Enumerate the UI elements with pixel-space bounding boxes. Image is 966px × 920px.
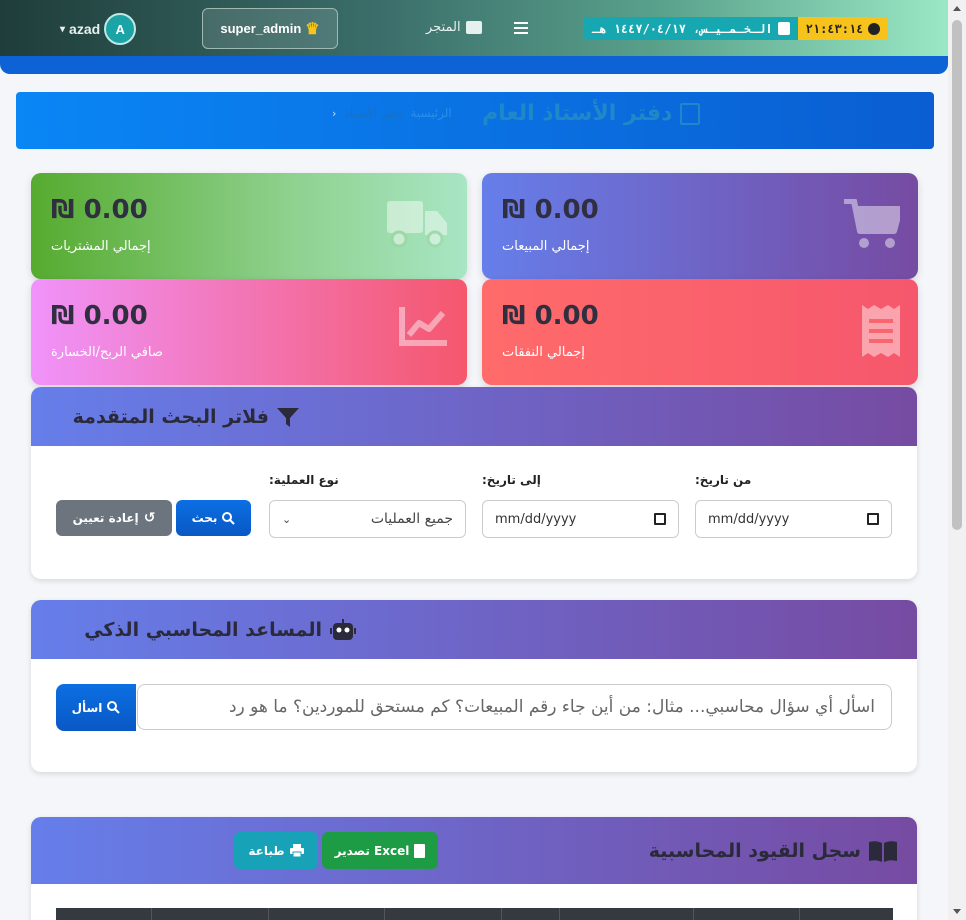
panel-title: المساعد المحاسبي الذكي [84, 600, 356, 659]
stat-value: ₪ 0.00 [502, 195, 599, 225]
stat-label: إجمالي المشتريات [51, 239, 151, 254]
stat-card-profit: ₪ 0.00 صافي الربح/الخسارة [31, 279, 467, 385]
stat-card-purchases: ₪ 0.00 إجمالي المشتريات [31, 173, 467, 279]
stat-value: ₪ 0.00 [51, 301, 148, 331]
filter-icon [277, 407, 299, 427]
print-button[interactable]: طباعة [234, 832, 318, 869]
stat-value: ₪ 0.00 [51, 195, 148, 225]
page-title-text: دفتر الأستاذ العام [482, 101, 673, 126]
question-input[interactable]: اسأل أي سؤال محاسبي... مثال: من أين جاء … [137, 684, 892, 730]
truck-icon [387, 201, 447, 248]
date-badge: الـخـمـيـس، ١٤٤٧/٠٤/١٧ هـ [584, 17, 798, 40]
page-title: دفتر الأستاذ العام [482, 101, 701, 126]
breadcrumb: › دفتر الأستاذ الرئيسية [332, 106, 452, 120]
page-scrollbar[interactable] [948, 0, 966, 920]
journal-entries-panel: سجل القيود المحاسبية تصدير Excel طباعة [31, 817, 917, 920]
assistant-title-text: المساعد المحاسبي الذكي [84, 618, 322, 641]
operation-type-selected: جميع العمليات [370, 511, 453, 527]
to-date-label: إلى تاريخ: [482, 473, 541, 487]
to-date-input[interactable]: mm/dd/yyyy [482, 500, 679, 538]
scroll-down-icon[interactable] [953, 909, 961, 914]
search-icon [222, 511, 236, 525]
avatar[interactable]: A [104, 13, 137, 45]
topbar-accent-strip [0, 56, 948, 74]
time-badge: ٢١:٤٣:١٤ [797, 17, 889, 40]
store-icon [465, 21, 482, 34]
role-label: super_admin [220, 21, 302, 36]
chevron-down-icon: ▾ [60, 23, 66, 35]
hamburger-menu-icon[interactable] [514, 22, 528, 34]
cart-icon [844, 199, 900, 248]
journal-table-header [56, 908, 893, 920]
store-label: المتجر [426, 20, 461, 35]
operation-type-select[interactable]: ⌄ جميع العمليات [269, 500, 466, 538]
calendar-icon [777, 22, 790, 35]
chevron-down-icon: ⌄ [282, 512, 292, 526]
scrollbar-thumb[interactable] [952, 20, 962, 530]
panel-header: المساعد المحاسبي الذكي [31, 600, 917, 659]
top-navbar: ▾ azad A super_admin ♛ المتجر الـخـمـيـس… [0, 0, 948, 58]
scroll-up-icon[interactable] [953, 6, 961, 11]
store-link[interactable]: المتجر [426, 20, 482, 35]
export-excel-label: تصدير Excel [334, 843, 410, 858]
search-icon [107, 701, 121, 714]
time-text: ٢١:٤٣:١٤ [805, 21, 864, 36]
search-button-label: بحث [191, 511, 218, 525]
stat-label: إجمالي النفقات [502, 345, 585, 360]
calendar-icon[interactable] [654, 513, 666, 525]
from-date-value: mm/dd/yyyy [708, 511, 790, 527]
user-menu[interactable]: ▾ azad A [60, 12, 137, 46]
chart-line-icon [399, 307, 447, 346]
undo-icon: ↺ [143, 510, 156, 526]
datetime-display: الـخـمـيـس، ١٤٤٧/٠٤/١٧ هـ ٢١:٤٣:١٤ [584, 17, 889, 40]
receipt-icon [862, 305, 900, 357]
from-date-input[interactable]: mm/dd/yyyy [695, 500, 892, 538]
reset-button-label: إعادة تعيين [72, 511, 139, 525]
filters-title-text: فلاتر البحث المتقدمة [72, 405, 269, 428]
ask-button[interactable]: اسأل [56, 684, 136, 731]
breadcrumb-home-link[interactable]: الرئيسية [410, 106, 451, 120]
stat-label: صافي الربح/الخسارة [51, 345, 163, 360]
book-icon [680, 102, 701, 125]
search-button[interactable]: بحث [176, 500, 251, 536]
panel-title: فلاتر البحث المتقدمة [73, 387, 299, 446]
calendar-icon[interactable] [867, 513, 879, 525]
panel-title: سجل القيود المحاسبية [649, 817, 897, 884]
from-date-label: من تاريخ: [695, 473, 752, 487]
stat-card-sales: ₪ 0.00 إجمالي المبيعات [482, 173, 918, 279]
ask-button-label: اسأل [71, 700, 103, 715]
operation-type-label: نوع العملية: [269, 473, 339, 487]
stat-value: ₪ 0.00 [502, 301, 599, 331]
date-text: الـخـمـيـس، ١٤٤٧/٠٤/١٧ هـ [592, 21, 773, 36]
breadcrumb-current: دفتر الأستاذ [344, 106, 403, 120]
clock-icon [868, 22, 881, 35]
username: azad [69, 21, 101, 37]
book-open-icon [869, 840, 897, 862]
journal-title-text: سجل القيود المحاسبية [648, 839, 861, 862]
role-badge[interactable]: super_admin ♛ [202, 8, 338, 49]
ai-assistant-panel: المساعد المحاسبي الذكي اسأل اسأل أي سؤال… [31, 600, 917, 772]
export-excel-button[interactable]: تصدير Excel [322, 832, 438, 869]
print-button-label: طباعة [248, 843, 285, 858]
filters-panel: فلاتر البحث المتقدمة من تاريخ: mm/dd/yyy… [31, 387, 917, 579]
crown-icon: ♛ [305, 20, 320, 38]
print-icon [289, 844, 304, 857]
page-header-banner [16, 92, 934, 149]
robot-icon [330, 618, 356, 640]
breadcrumb-separator: › [332, 106, 337, 120]
question-placeholder: اسأل أي سؤال محاسبي... مثال: من أين جاء … [228, 697, 875, 717]
stat-label: إجمالي المبيعات [502, 239, 590, 254]
stat-card-expenses: ₪ 0.00 إجمالي النفقات [482, 279, 918, 385]
to-date-value: mm/dd/yyyy [495, 511, 577, 527]
reset-button[interactable]: إعادة تعيين ↺ [56, 500, 172, 536]
panel-header: سجل القيود المحاسبية تصدير Excel طباعة [31, 817, 917, 884]
file-excel-icon [414, 843, 426, 858]
panel-header: فلاتر البحث المتقدمة [31, 387, 917, 446]
